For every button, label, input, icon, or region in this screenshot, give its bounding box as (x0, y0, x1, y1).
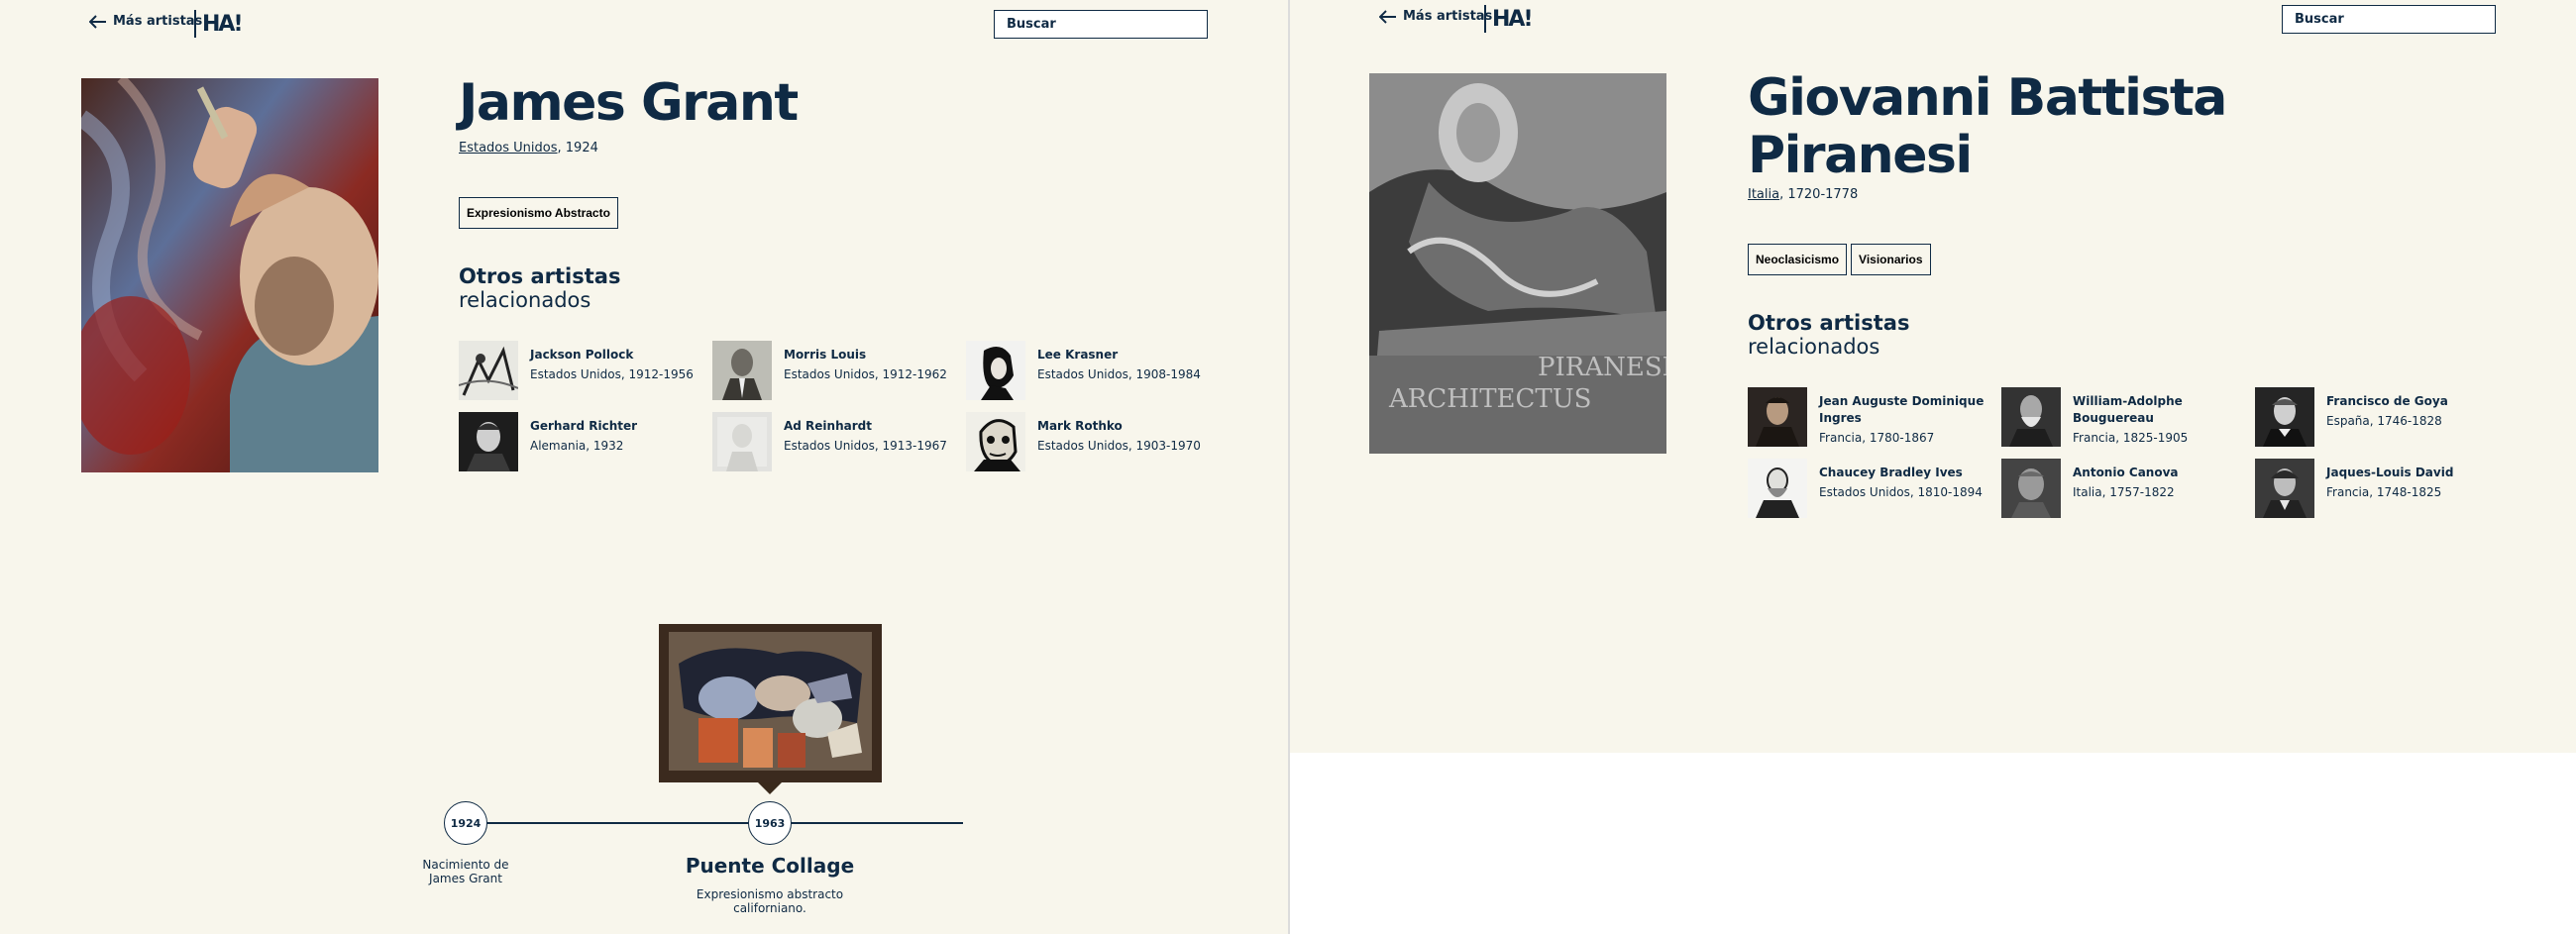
related-artist-card[interactable]: Jean Auguste Dominique Ingres Francia, 178… (1748, 387, 2001, 447)
related-artist-meta: Francia, 1748-1825 (2326, 485, 2442, 499)
related-artist-name: Jaques-Louis David (2326, 466, 2454, 479)
related-artist-meta: Estados Unidos, 1810-1894 (1819, 485, 1983, 499)
artist-thumbnail (459, 341, 518, 400)
arrow-left-icon (1379, 9, 1396, 24)
artist-thumbnail (2001, 459, 2061, 518)
related-artist-meta: Estados Unidos, 1908-1984 (1037, 367, 1201, 381)
related-artist-name: Morris Louis (784, 348, 867, 362)
header-separator (194, 10, 196, 38)
related-artist-name: Francisco de Goya (2326, 394, 2448, 408)
artist-name: James Grant (459, 73, 799, 133)
artist-page-james-grant: Más artistas HA! Buscar James Grant Esta… (0, 0, 1288, 934)
related-artist-name: Mark Rothko (1037, 419, 1123, 433)
artist-page-piranesi: Más artistas HA! Buscar PIRANESI ARCHITE… (1290, 0, 2576, 753)
related-artist-card[interactable]: Antonio Canova Italia, 1757-1822 (2001, 459, 2255, 518)
related-artist-name: Antonio Canova (2073, 466, 2179, 479)
related-artist-meta: Estados Unidos, 1903-1970 (1037, 439, 1201, 453)
related-artist-card[interactable]: William-Adolphe Bouguereau Francia, 1825-1… (2001, 387, 2255, 447)
search-input[interactable]: Buscar (994, 10, 1208, 39)
movement-tag[interactable]: Expresionismo Abstracto (459, 197, 618, 229)
artist-thumbnail (712, 341, 772, 400)
related-artist-card[interactable]: Lee Krasner Estados Unidos, 1908-1984 (966, 341, 1220, 400)
related-artist-name: Jackson Pollock (530, 348, 634, 362)
artist-thumbnail (966, 412, 1025, 471)
artist-thumbnail (2255, 459, 2314, 518)
related-artist-meta: España, 1746-1828 (2326, 414, 2442, 428)
artist-thumbnail (1748, 387, 1807, 447)
portrait-inscription-2: ARCHITECTUS (1388, 384, 1591, 414)
back-link-label: Más artistas (1403, 9, 1493, 24)
site-logo[interactable]: HA! (202, 10, 244, 38)
related-artist-meta: Francia, 1780-1867 (1819, 431, 1935, 445)
artist-dates: , 1924 (557, 141, 598, 156)
artist-thumbnail (2001, 387, 2061, 447)
related-artists-grid: Jean Auguste Dominique Ingres Francia, 178… (1748, 387, 2509, 518)
page-header: Más artistas HA! Buscar (89, 10, 1288, 40)
arrow-left-icon (89, 14, 106, 29)
related-artist-meta: Estados Unidos, 1912-1956 (530, 367, 694, 381)
timeline-event-description: Expresionismo abstracto californiano. (696, 887, 844, 915)
related-artist-meta: Alemania, 1932 (530, 439, 624, 453)
related-artist-name: Jean Auguste Dominique Ingres (1819, 394, 1985, 425)
related-artist-card[interactable]: Morris Louis Estados Unidos, 1912-1962 (712, 341, 966, 400)
related-artist-meta: Estados Unidos, 1913-1967 (784, 439, 947, 453)
artist-dates: , 1720-1778 (1779, 187, 1859, 202)
portrait-inscription-1: PIRANESI (1538, 353, 1666, 382)
artist-portrait: PIRANESI ARCHITECTUS (1369, 73, 1666, 454)
timeline-event-label: Nacimiento de James Grant (422, 858, 509, 885)
related-artist-name: Ad Reinhardt (784, 419, 872, 433)
related-artist-meta: Estados Unidos, 1912-1962 (784, 367, 947, 381)
artist-name: Giovanni Battista Piranesi (1748, 68, 2227, 185)
related-artist-name: Gerhard Richter (530, 419, 638, 433)
movement-tag[interactable]: Visionarios (1851, 244, 1931, 275)
artist-origin: Italia, 1720-1778 (1748, 187, 1858, 202)
artist-thumbnail (1748, 459, 1807, 518)
related-artist-card[interactable]: Jackson Pollock Estados Unidos, 1912-1956 (459, 341, 712, 400)
timeline-node-1963[interactable]: 1963 (748, 801, 792, 845)
back-link-label: Más artistas (113, 14, 203, 29)
related-artist-card[interactable]: Francisco de Goya España, 1746-1828 (2255, 387, 2509, 447)
related-artist-card[interactable]: Chaucey Bradley Ives Estados Unidos, 1810… (1748, 459, 2001, 518)
related-artists-heading: Otros artistas relacionados (1748, 311, 1910, 359)
movement-tags: Neoclasicismo Visionarios (1748, 244, 1931, 275)
related-artist-meta: Italia, 1757-1822 (2073, 485, 2175, 499)
timeline-event-title: Puente Collage (685, 854, 855, 878)
artist-thumbnail (459, 412, 518, 471)
artist-thumbnail (2255, 387, 2314, 447)
page-header: Más artistas HA! Buscar (1379, 5, 2576, 35)
artist-thumbnail (712, 412, 772, 471)
related-artist-name: Chaucey Bradley Ives (1819, 466, 1963, 479)
site-logo[interactable]: HA! (1492, 5, 1534, 33)
related-artist-card[interactable]: Mark Rothko Estados Unidos, 1903-1970 (966, 412, 1220, 471)
movement-tags: Expresionismo Abstracto (459, 197, 618, 229)
artist-thumbnail (966, 341, 1025, 400)
related-artist-name: Lee Krasner (1037, 348, 1119, 362)
related-artists-heading: Otros artistas relacionados (459, 264, 621, 312)
related-artist-card[interactable]: Gerhard Richter Alemania, 1932 (459, 412, 712, 471)
artist-country-link[interactable]: Italia (1748, 187, 1779, 202)
back-to-artists-link[interactable]: Más artistas (89, 14, 202, 29)
header-separator (1484, 5, 1486, 33)
related-artist-card[interactable]: Jaques-Louis David Francia, 1748-1825 (2255, 459, 2509, 518)
back-to-artists-link[interactable]: Más artistas (1379, 9, 1492, 24)
related-artist-meta: Francia, 1825-1905 (2073, 431, 2189, 445)
movement-tag[interactable]: Neoclasicismo (1748, 244, 1848, 275)
artist-portrait (81, 78, 378, 472)
search-input[interactable]: Buscar (2282, 5, 2496, 34)
timeline-artwork-pointer (758, 782, 782, 794)
related-artists-grid: Jackson Pollock Estados Unidos, 1912-1956… (459, 341, 1220, 471)
timeline-node-1924[interactable]: 1924 (444, 801, 487, 845)
artist-origin: Estados Unidos, 1924 (459, 141, 598, 156)
artist-country-link[interactable]: Estados Unidos (459, 141, 558, 156)
timeline-artwork-image[interactable] (659, 624, 882, 782)
timeline-line (485, 822, 963, 824)
related-artist-card[interactable]: Ad Reinhardt Estados Unidos, 1913-1967 (712, 412, 966, 471)
related-artist-name: William-Adolphe Bouguereau (2073, 394, 2183, 425)
